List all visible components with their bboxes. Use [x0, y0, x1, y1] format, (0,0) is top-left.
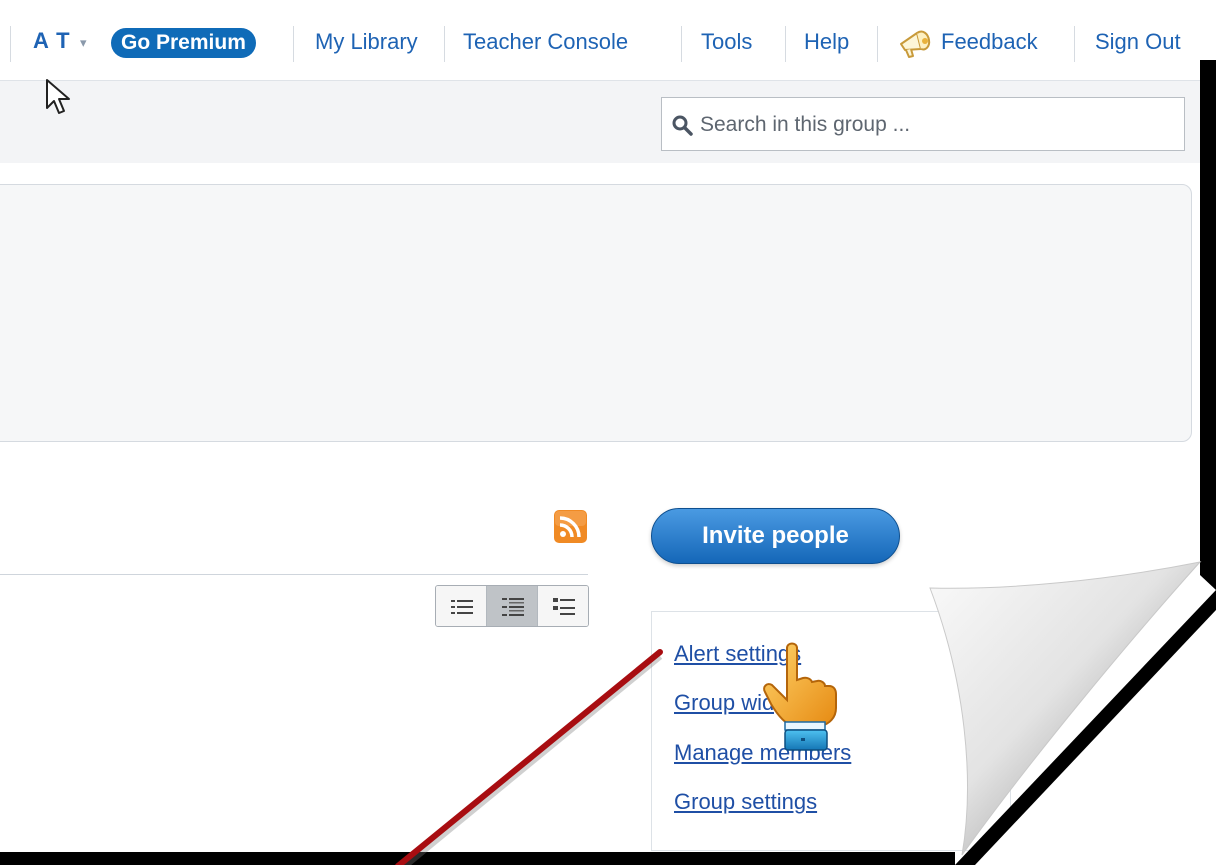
- hand-pointer-icon: [763, 642, 837, 751]
- page-curl: [0, 60, 1216, 865]
- arrow-cursor-icon: [46, 79, 70, 114]
